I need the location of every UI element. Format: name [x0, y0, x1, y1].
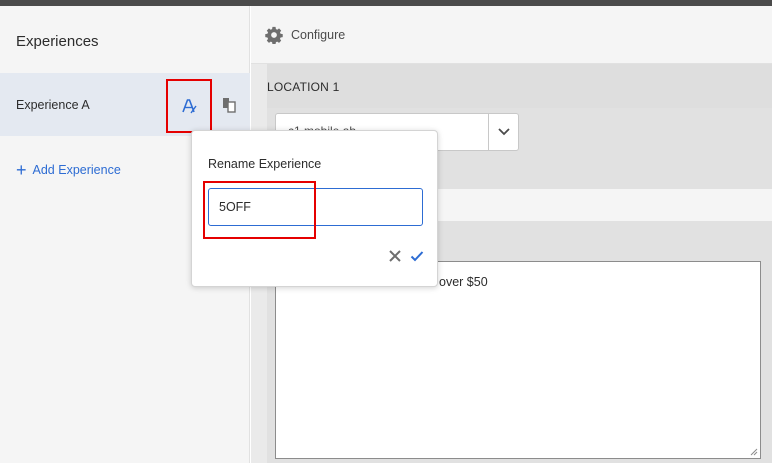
sidebar-title: Experiences: [16, 33, 99, 50]
checkmark-icon[interactable]: [410, 249, 424, 263]
content-textarea[interactable]: over $50: [275, 261, 761, 459]
add-experience-label: Add Experience: [32, 163, 121, 177]
rename-experience-popover: Rename Experience: [191, 130, 438, 287]
chevron-down-icon: [497, 128, 510, 136]
rename-icon: [182, 99, 197, 114]
rename-experience-button[interactable]: [166, 79, 212, 133]
rename-input[interactable]: [208, 188, 423, 226]
duplicate-icon: [223, 98, 236, 113]
add-experience-link[interactable]: + Add Experience: [16, 160, 121, 180]
experience-label: Experience A: [16, 98, 90, 112]
close-icon[interactable]: [388, 249, 402, 263]
duplicate-experience-button[interactable]: [222, 97, 236, 113]
experience-list-item[interactable]: Experience A: [0, 73, 250, 136]
location-select-toggle[interactable]: [488, 114, 518, 150]
popover-title: Rename Experience: [208, 157, 322, 171]
plus-icon: +: [16, 160, 27, 180]
location-title: LOCATION 1: [267, 80, 340, 94]
resize-handle-icon[interactable]: [748, 446, 758, 456]
gear-icon[interactable]: [265, 26, 283, 44]
content-text: over $50: [439, 275, 488, 289]
configure-bar: Configure: [251, 6, 772, 64]
configure-label[interactable]: Configure: [291, 28, 345, 42]
